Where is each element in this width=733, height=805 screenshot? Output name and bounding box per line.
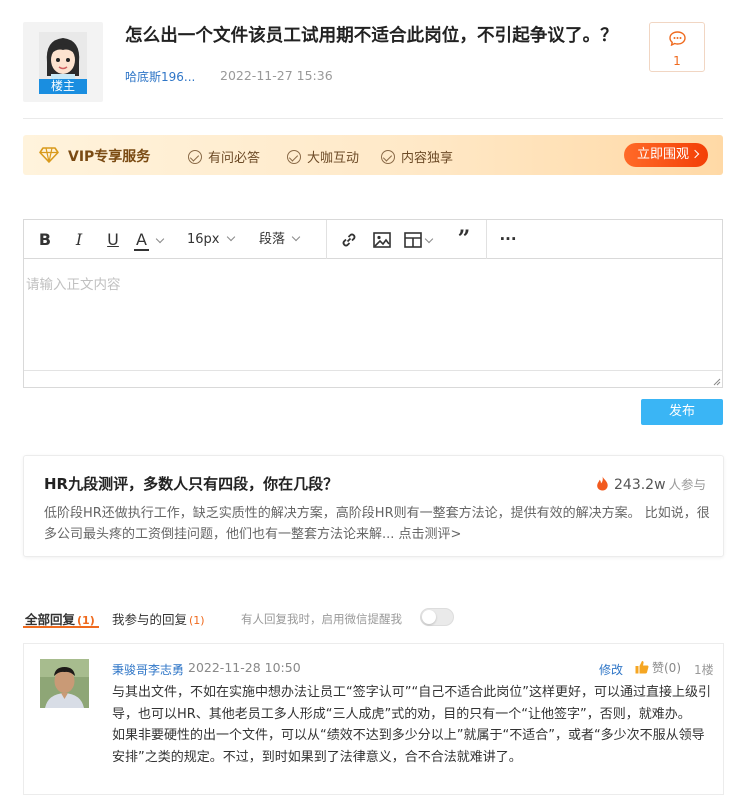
check-circle-icon [287, 150, 301, 164]
chevron-down-icon [291, 232, 301, 242]
vip-feature-3: 内容独享 [381, 147, 453, 166]
wechat-notify-label: 有人回复我时，启用微信提醒我 [241, 612, 402, 626]
cartoon-avatar-icon [39, 32, 87, 84]
editor-footer [24, 370, 722, 387]
bold-icon[interactable]: B [34, 220, 56, 259]
reply-time: 2022-11-28 10:50 [188, 660, 301, 675]
vip-title: VIP专享服务 [68, 149, 151, 165]
font-size-select[interactable]: 16px [187, 220, 247, 259]
chevron-down-icon [424, 234, 434, 244]
question-header: 楼主 怎么出一个文件该员工试用期不适合此岗位，不引起争议了。？ 哈底斯196..… [0, 0, 733, 120]
toggle-knob [422, 610, 436, 624]
vip-feature-2: 大咖互动 [287, 147, 359, 166]
comment-count: 1 [673, 54, 681, 68]
quote-icon[interactable]: ” [452, 220, 476, 259]
vip-feature-label: 有问必答 [208, 151, 261, 166]
chat-bubble-icon [669, 31, 686, 46]
vip-banner: VIP专享服务 有问必答 大咖互动 内容独享 立即围观 [23, 135, 723, 175]
publish-button[interactable]: 发布 [641, 399, 723, 425]
floor-number: 1楼 [694, 663, 714, 677]
toolbar-divider [486, 220, 487, 259]
edit-button[interactable]: 修改 [599, 661, 623, 678]
editor-placeholder: 请输入正文内容 [26, 277, 121, 293]
more-icon[interactable]: ··· [496, 220, 520, 259]
participant-count: 243.2w 人参与 [596, 474, 706, 493]
owner-avatar[interactable]: 楼主 [23, 22, 103, 102]
reply-content: 与其出文件，不如在实施中想办法让员工“签字认可”“自己不适合此岗位”这样更好，可… [112, 682, 717, 768]
tab-label: 全部回复 [25, 612, 76, 627]
resize-handle-icon[interactable] [712, 377, 721, 386]
comment-count-button[interactable]: 1 [649, 22, 705, 72]
chevron-down-icon [155, 234, 165, 244]
image-icon[interactable] [371, 220, 393, 259]
vip-feature-label: 大咖互动 [307, 151, 360, 166]
like-button[interactable]: 赞(0) [635, 659, 681, 676]
user-photo-avatar[interactable] [40, 659, 89, 708]
paragraph-value: 段落 [259, 232, 286, 247]
underline-icon[interactable]: U [102, 220, 124, 259]
vip-join-label: 立即围观 [637, 147, 690, 162]
font-size-value: 16px [187, 232, 220, 247]
reply-paragraph: 与其出文件，不如在实施中想办法让员工“签字认可”“自己不适合此岗位”这样更好，可… [112, 685, 711, 722]
vip-feature-label: 内容独享 [401, 151, 454, 166]
hr-card-description[interactable]: 低阶段HR还做执行工作，缺乏实质性的解决方案，高阶段HR则有一整套方法论，提供有… [44, 503, 719, 545]
question-author[interactable]: 哈底斯196... [125, 68, 195, 85]
reply-author[interactable]: 秉骏哥李志勇 [112, 661, 184, 678]
divider [23, 118, 723, 119]
editor-content[interactable]: 请输入正文内容 [24, 260, 722, 370]
font-color-icon[interactable]: A [134, 220, 178, 259]
paragraph-select[interactable]: 段落 [259, 220, 321, 259]
tab-my-replies[interactable]: 我参与的回复 (1) [112, 609, 205, 628]
participant-unit: 人参与 [668, 477, 707, 492]
question-time: 2022-11-27 15:36 [220, 68, 333, 83]
check-circle-icon [188, 150, 202, 164]
editor-toolbar: B I U A 16px 段落 ” ··· [24, 220, 722, 259]
vip-feature-1: 有问必答 [188, 147, 260, 166]
like-count: 赞(0) [652, 661, 681, 675]
tab-count: (1) [189, 614, 205, 627]
fire-icon [597, 476, 608, 491]
diamond-icon [39, 147, 59, 163]
italic-icon[interactable]: I [68, 220, 90, 259]
toolbar-divider [326, 220, 327, 259]
chevron-right-icon [690, 149, 700, 159]
reply-editor: B I U A 16px 段落 ” ··· 请输入正文内容 [23, 219, 723, 388]
reply-paragraph: 如果非要硬性的出一个文件，可以从“绩效不达到多少分以上”就属于“不适合”，或者“… [112, 728, 705, 765]
chevron-down-icon [226, 232, 235, 242]
thumbs-up-icon [635, 661, 649, 674]
vip-join-button[interactable]: 立即围观 [624, 143, 708, 167]
question-title: 怎么出一个文件该员工试用期不适合此岗位，不引起争议了。？ [125, 26, 618, 46]
hr-assessment-card[interactable]: HR九段测评，多数人只有四段，你在几段？ 243.2w 人参与 低阶段HR还做执行… [23, 455, 724, 557]
check-circle-icon [381, 150, 395, 164]
active-tab-indicator [23, 626, 99, 628]
hr-card-title[interactable]: HR九段测评，多数人只有四段，你在几段？ [44, 473, 338, 494]
owner-badge: 楼主 [39, 79, 87, 94]
wechat-notify-toggle[interactable] [420, 608, 454, 626]
participant-number: 243.2w [614, 477, 666, 493]
reply-tabs: 全部回复 (1) 我参与的回复 (1) 有人回复我时，启用微信提醒我 [23, 608, 723, 630]
reply-item: 秉骏哥李志勇 2022-11-28 10:50 修改 赞(0) 1楼 与其出文件… [23, 643, 724, 795]
table-icon[interactable] [404, 220, 442, 259]
tab-label: 我参与的回复 [112, 612, 188, 627]
link-icon[interactable] [338, 220, 360, 259]
